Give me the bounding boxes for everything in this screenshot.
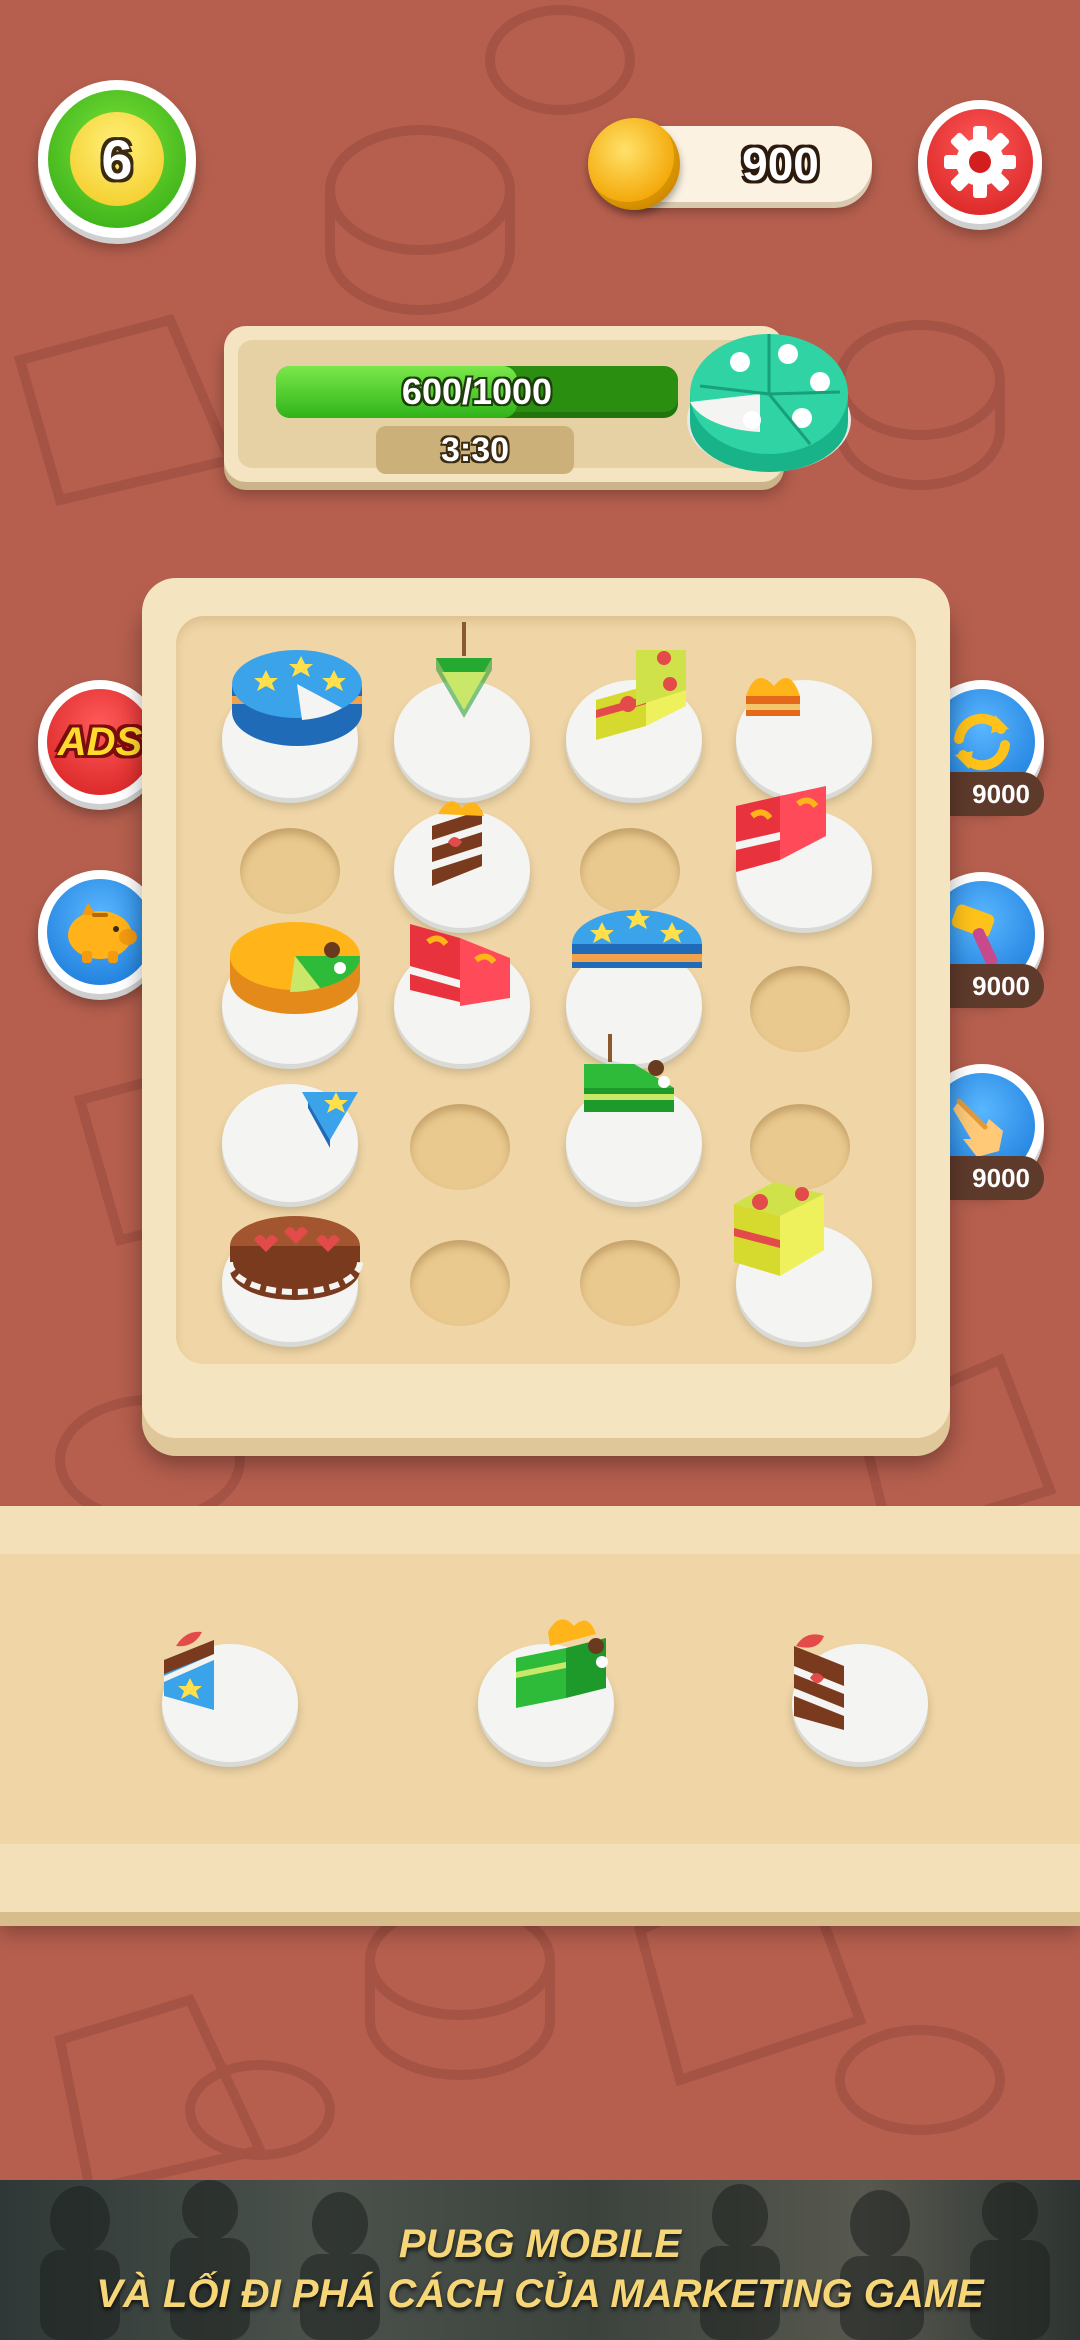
green-cake-slice-icon	[436, 622, 492, 718]
green-cake-icon	[584, 1034, 674, 1112]
green-orange-cake-icon	[516, 1619, 608, 1708]
mixed-cake-icon	[230, 922, 361, 1014]
piggy-bank-icon	[68, 903, 137, 963]
settings-button[interactable]	[918, 100, 1042, 224]
chocolate-cake-slice-icon	[432, 801, 484, 886]
hammer-icon	[951, 904, 998, 967]
coin-icon	[588, 118, 680, 210]
chocolate-cake-slice-icon	[794, 1634, 844, 1730]
chocolate-heart-cake-icon	[227, 1216, 363, 1300]
yellow-cherry-cake-icon	[596, 650, 686, 740]
shuffle-icon	[954, 713, 1010, 771]
ads-label: ADS	[57, 719, 143, 764]
board-grid	[176, 616, 916, 1364]
level-number: 6	[70, 112, 164, 206]
empty-slot[interactable]	[410, 1240, 510, 1326]
progress-label: 600/1000	[401, 371, 553, 412]
empty-slot[interactable]	[750, 966, 850, 1052]
gear-icon	[944, 126, 1016, 198]
blue-star-cake-icon	[572, 908, 702, 968]
empty-slot[interactable]	[580, 1240, 680, 1326]
game-board	[142, 578, 950, 1438]
tap-hand-icon	[953, 1098, 1003, 1157]
banner-title: PUBG MOBILE	[398, 2222, 682, 2266]
coin-amount: 900	[742, 138, 819, 190]
blue-red-cake-slice-icon	[164, 1631, 214, 1710]
target-cake-icon	[687, 334, 851, 472]
promo-banner[interactable]: PUBG MOBILE VÀ LỐI ĐI PHÁ CÁCH CỦA MARKE…	[0, 2180, 1080, 2340]
blue-cake-slice-icon	[302, 1092, 358, 1148]
blue-star-cake-icon	[232, 650, 362, 746]
banner-subtitle: VÀ LỐI ĐI PHÁ CÁCH CỦA MARKETING GAME	[96, 2272, 984, 2316]
red-orange-cake-icon	[736, 786, 826, 872]
yellow-cherry-cake-icon	[734, 1182, 824, 1276]
empty-slot[interactable]	[410, 1104, 510, 1190]
progress-bar: 600/1000	[276, 366, 678, 418]
level-badge: 6	[38, 80, 196, 238]
countdown-timer: 3:30	[376, 426, 574, 474]
orange-heart-cake-icon	[746, 678, 800, 716]
red-orange-cake-icon	[410, 924, 510, 1006]
holding-tray	[0, 1506, 1080, 1912]
